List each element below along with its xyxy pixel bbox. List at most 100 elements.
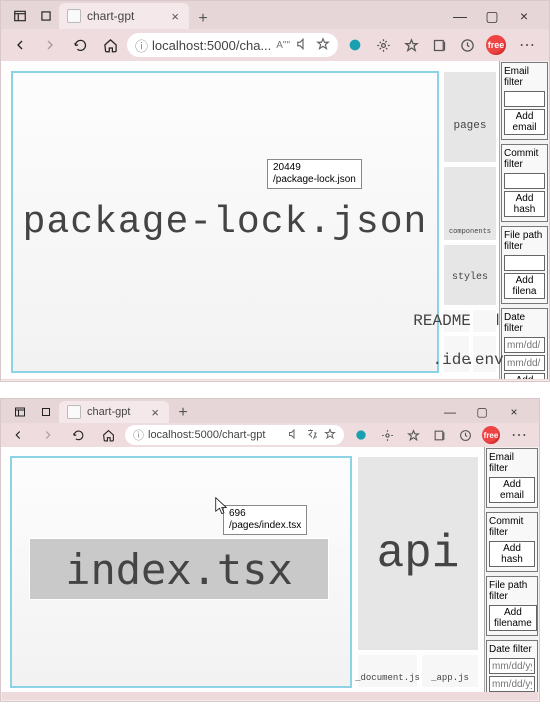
- window-close-button[interactable]: ×: [515, 8, 533, 25]
- read-aloud-icon[interactable]: [296, 37, 310, 54]
- favorite-icon[interactable]: [324, 428, 336, 443]
- panel-filepath-filter: File path filter Add filename: [486, 576, 538, 636]
- filepath-filter-input[interactable]: [504, 255, 545, 271]
- home-button[interactable]: [101, 36, 119, 54]
- window-minimize-button[interactable]: —: [451, 8, 469, 25]
- panel-email-filter: Email filter Add email: [486, 448, 538, 508]
- history-icon[interactable]: [456, 426, 474, 444]
- treemap-node-document[interactable]: _document.js: [357, 654, 418, 688]
- treemap-node-styles[interactable]: styles: [443, 244, 497, 306]
- workspaces-icon[interactable]: [11, 7, 29, 25]
- reader-view-icon[interactable]: A"": [276, 40, 290, 51]
- browser-window-top: chart-gpt × + — ▢ × ⓘ localhost:5000/cha…: [0, 0, 550, 382]
- treemap-node-index[interactable]: index.tsx: [29, 538, 329, 600]
- window-maximize-button[interactable]: ▢: [483, 8, 501, 25]
- panel-date-filter: Date filter Add date rang: [486, 640, 538, 692]
- tab-title: chart-gpt: [87, 406, 130, 418]
- treemap-node-components[interactable]: components: [443, 166, 497, 241]
- new-tab-button[interactable]: +: [193, 9, 213, 29]
- menu-button[interactable]: ⋯: [516, 35, 539, 55]
- site-info-icon[interactable]: ⓘ: [135, 36, 148, 55]
- add-date-button[interactable]: Add date: [504, 373, 545, 379]
- panel-legend: File path filter: [489, 580, 535, 602]
- profile-avatar[interactable]: free: [482, 426, 500, 444]
- panel-email-filter: Email filter Add email: [501, 62, 548, 140]
- treemap-label: api: [377, 528, 460, 580]
- add-filename-button[interactable]: Add filena: [504, 273, 545, 299]
- reload-button[interactable]: [71, 36, 89, 54]
- add-filename-button[interactable]: Add filename: [489, 605, 537, 631]
- treemap-label: index.tsx: [65, 545, 293, 594]
- treemap-node-app[interactable]: _app.js: [421, 654, 479, 688]
- add-hash-button[interactable]: Add hash: [504, 191, 545, 217]
- panel-legend: Date filter: [489, 644, 535, 655]
- reload-button[interactable]: [69, 426, 87, 444]
- collections-icon[interactable]: [430, 36, 448, 54]
- site-info-icon[interactable]: ⓘ: [133, 427, 144, 443]
- address-bar[interactable]: ⓘ localhost:5000/cha... A"": [127, 33, 338, 57]
- new-tab-button[interactable]: +: [173, 403, 193, 423]
- extension-circle-icon[interactable]: [352, 426, 370, 444]
- toolbar-extensions: free ⋯: [348, 425, 535, 445]
- panel-legend: Email filter: [504, 66, 545, 88]
- treemap[interactable]: package-lock.json 20449 /package-lock.js…: [7, 67, 499, 373]
- browser-window-bottom: chart-gpt × + — ▢ × ⓘ localhost:5000/cha…: [0, 398, 540, 702]
- treemap-node-main[interactable]: package-lock.json: [11, 71, 439, 373]
- treemap-label: _app.js: [431, 673, 469, 683]
- treemap-area[interactable]: package-lock.json 20449 /package-lock.js…: [1, 61, 499, 379]
- treemap-node-env[interactable]: .env: [472, 335, 497, 373]
- panel-legend: Commit filter: [489, 516, 535, 538]
- treemap-area[interactable]: index.tsx api _document.js _app.js 696 /…: [1, 447, 484, 692]
- titlebar: chart-gpt × + — ▢ ×: [1, 399, 539, 423]
- collections-icon[interactable]: [430, 426, 448, 444]
- tab-title: chart-gpt: [87, 9, 134, 23]
- nav-back-button[interactable]: [9, 426, 27, 444]
- panel-date-filter: Date filter Add date: [501, 308, 548, 379]
- treemap-node-api[interactable]: api: [357, 456, 479, 651]
- navbar: ⓘ localhost:5000/chart-gpt free ⋯: [1, 423, 539, 447]
- tab-favicon: [67, 405, 81, 419]
- date-to-input[interactable]: [504, 355, 545, 371]
- favorites-bar-icon[interactable]: [404, 426, 422, 444]
- tab-strip: chart-gpt × +: [59, 401, 431, 423]
- add-hash-button[interactable]: Add hash: [489, 541, 535, 567]
- settings-gear-icon[interactable]: [378, 426, 396, 444]
- url-text: localhost:5000/chart-gpt: [148, 429, 288, 441]
- window-close-button[interactable]: ×: [505, 405, 523, 419]
- address-bar[interactable]: ⓘ localhost:5000/chart-gpt: [125, 425, 344, 445]
- treemap[interactable]: index.tsx api _document.js _app.js 696 /…: [7, 453, 484, 686]
- nav-back-button[interactable]: [11, 36, 29, 54]
- tab-close-button[interactable]: ×: [149, 405, 161, 420]
- favorites-bar-icon[interactable]: [402, 36, 420, 54]
- history-icon[interactable]: [458, 36, 476, 54]
- browser-tab[interactable]: chart-gpt ×: [59, 401, 169, 423]
- tab-actions-icon[interactable]: [37, 7, 55, 25]
- window-minimize-button[interactable]: —: [441, 405, 459, 419]
- tab-close-button[interactable]: ×: [169, 9, 181, 24]
- profile-avatar[interactable]: free: [486, 35, 506, 55]
- menu-button[interactable]: ⋯: [508, 425, 531, 445]
- nav-fwd-button: [41, 36, 59, 54]
- favorite-icon[interactable]: [316, 37, 330, 54]
- workspaces-icon[interactable]: [11, 403, 29, 421]
- browser-tab[interactable]: chart-gpt ×: [59, 3, 189, 29]
- translate-icon[interactable]: [306, 428, 318, 443]
- settings-gear-icon[interactable]: [374, 36, 392, 54]
- home-button[interactable]: [99, 426, 117, 444]
- treemap-node-readme[interactable]: README.md: [443, 309, 470, 333]
- read-aloud-icon[interactable]: [288, 428, 300, 443]
- window-maximize-button[interactable]: ▢: [473, 405, 491, 419]
- add-email-button[interactable]: Add email: [504, 109, 545, 135]
- date-to-input[interactable]: [489, 676, 535, 692]
- treemap-node-pages[interactable]: pages: [443, 71, 497, 163]
- treemap-label: _document.js: [355, 673, 420, 683]
- date-from-input[interactable]: [489, 658, 535, 674]
- tab-actions-icon[interactable]: [37, 403, 55, 421]
- treemap-node-idea[interactable]: .idea: [443, 335, 470, 373]
- date-from-input[interactable]: [504, 337, 545, 353]
- treemap-node-small[interactable]: [472, 309, 497, 333]
- email-filter-input[interactable]: [504, 91, 545, 107]
- extension-circle-icon[interactable]: [346, 36, 364, 54]
- add-email-button[interactable]: Add email: [489, 477, 535, 503]
- commit-filter-input[interactable]: [504, 173, 545, 189]
